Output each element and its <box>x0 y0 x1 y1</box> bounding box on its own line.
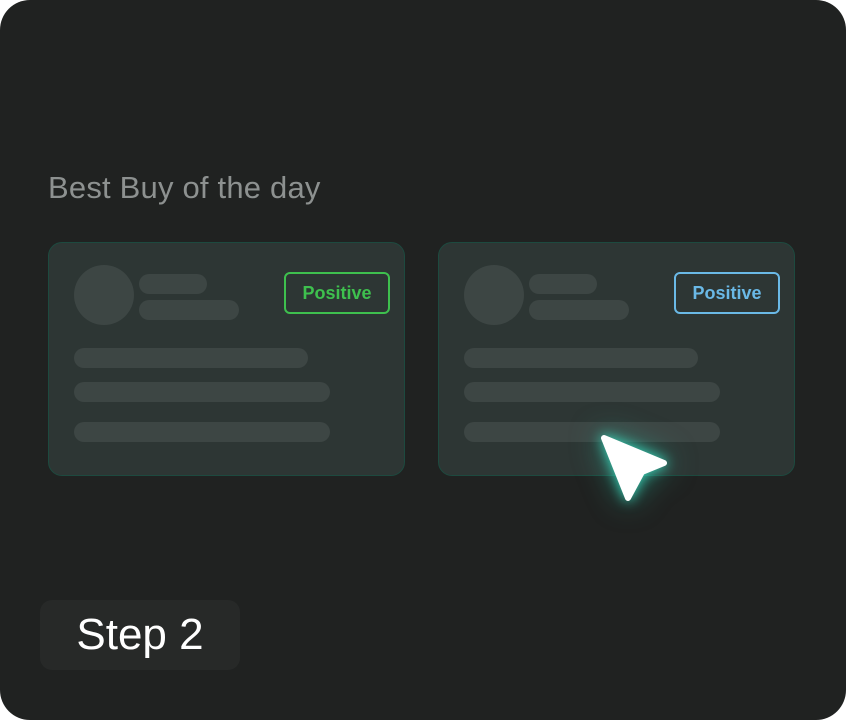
subtitle-line-placeholder <box>529 300 629 320</box>
text-line-placeholder <box>74 348 308 368</box>
sentiment-badge: Positive <box>284 272 390 314</box>
sentiment-badge: Positive <box>674 272 780 314</box>
text-line-placeholder <box>74 422 330 442</box>
pointer-cursor-icon <box>601 435 667 501</box>
text-line-placeholder <box>464 348 698 368</box>
name-line-placeholder <box>529 274 597 294</box>
name-line-placeholder <box>139 274 207 294</box>
avatar-placeholder <box>74 265 134 325</box>
step-label: Step 2 <box>40 600 240 670</box>
text-line-placeholder <box>464 422 720 442</box>
text-line-placeholder <box>464 382 720 402</box>
subtitle-line-placeholder <box>139 300 239 320</box>
text-line-placeholder <box>74 382 330 402</box>
product-card-1[interactable]: Positive <box>48 242 405 476</box>
app-frame: Best Buy of the day Positive Positive St… <box>0 0 846 720</box>
section-title: Best Buy of the day <box>48 170 321 205</box>
avatar-placeholder <box>464 265 524 325</box>
